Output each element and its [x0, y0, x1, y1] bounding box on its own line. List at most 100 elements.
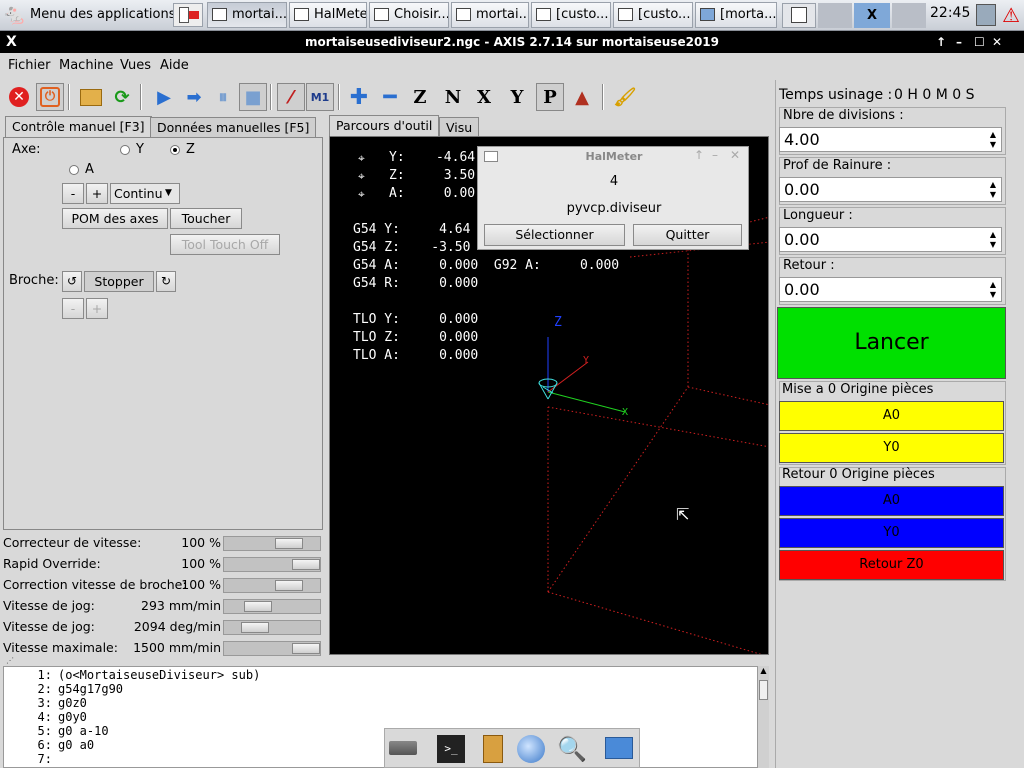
archive-icon[interactable]	[483, 735, 503, 763]
select-pin-button[interactable]: Sélectionner	[484, 224, 625, 246]
resize-grip-icon[interactable]: ⋰	[6, 656, 14, 665]
spindle-stop-button[interactable]: Stopper	[84, 271, 154, 292]
zero-a-button[interactable]: A0	[779, 401, 1004, 431]
depth-spinbox[interactable]: 0.00 ▲ ▼	[779, 177, 1002, 202]
spin-down-icon[interactable]: ▼	[988, 140, 998, 149]
task-custom-1[interactable]: [custo...	[531, 2, 611, 28]
spindle-slower-button[interactable]: -	[62, 298, 84, 319]
network-icon[interactable]	[976, 4, 996, 26]
view-perspective-button[interactable]: P	[536, 83, 564, 111]
keep-above-icon[interactable]: ↑	[694, 148, 704, 162]
return-y-button[interactable]: Y0	[779, 518, 1004, 548]
rotate-view-button[interactable]: ▲	[568, 83, 596, 111]
halmeter-window[interactable]: HalMeter ↑ – ✕ 4 pyvcp.diviseur Sélectio…	[477, 146, 749, 250]
slider-trough[interactable]	[223, 578, 321, 593]
home-axes-button[interactable]: POM des axes	[62, 208, 168, 229]
workspace-3[interactable]	[892, 3, 926, 28]
axis-z-radio[interactable]	[170, 145, 180, 155]
optional-stop-button[interactable]: M1	[306, 83, 334, 111]
task-choisir[interactable]: Choisir...	[369, 2, 449, 28]
open-file-button[interactable]	[77, 83, 105, 111]
terminal-icon[interactable]: >_	[437, 735, 465, 763]
clear-backplot-button[interactable]: 🖌	[611, 83, 639, 111]
tab-toolpath[interactable]: Parcours d'outil	[329, 115, 440, 137]
axis-a-radio[interactable]	[69, 165, 79, 175]
search-icon[interactable]: 🔍	[557, 735, 587, 763]
task-axis[interactable]: mortai...	[207, 2, 287, 28]
view-x-button[interactable]: X	[470, 83, 498, 111]
tab-visu[interactable]: Visu	[439, 117, 480, 138]
divisions-spinbox[interactable]: 4.00 ▲ ▼	[779, 127, 1002, 152]
axis-y-radio[interactable]	[120, 145, 130, 155]
keep-above-icon[interactable]: ↑	[936, 31, 946, 53]
machine-power-button[interactable]: ⏻	[36, 83, 64, 111]
task-mortai[interactable]: mortai...	[451, 2, 529, 28]
menu-aide[interactable]: Aide	[160, 58, 189, 73]
spin-up-icon[interactable]: ▲	[988, 230, 998, 239]
maximize-icon[interactable]: ☐	[974, 31, 985, 53]
jog-increment-select[interactable]: Continu ▼	[110, 183, 180, 204]
minimize-icon[interactable]: –	[956, 31, 962, 53]
view-z-button[interactable]: Z	[406, 83, 434, 111]
slider-handle[interactable]	[275, 580, 303, 591]
zoom-in-button[interactable]: ✚	[345, 83, 373, 111]
slider-handle[interactable]	[241, 622, 269, 633]
length-spinbox[interactable]: 0.00 ▲ ▼	[779, 227, 1002, 252]
close-icon[interactable]: ✕	[730, 148, 740, 162]
slider-trough[interactable]	[223, 599, 321, 614]
scroll-thumb[interactable]	[759, 680, 768, 700]
zero-y-button[interactable]: Y0	[779, 433, 1004, 463]
estop-button[interactable]: ✕	[5, 83, 33, 111]
spin-down-icon[interactable]: ▼	[988, 290, 998, 299]
application-menu-icon[interactable]: 🐁	[2, 3, 28, 27]
menu-vues[interactable]: Vues	[120, 58, 151, 73]
show-desktop-button[interactable]	[173, 3, 203, 27]
folder-icon[interactable]	[605, 737, 633, 759]
web-browser-icon[interactable]	[517, 735, 545, 763]
jog-minus-button[interactable]: -	[62, 183, 84, 204]
pause-button[interactable]: ⏸	[209, 83, 237, 111]
workspace-2[interactable]: X	[854, 3, 890, 28]
slider-trough[interactable]	[223, 557, 321, 572]
spin-down-icon[interactable]: ▼	[988, 240, 998, 249]
view-z2-button[interactable]: N	[439, 83, 467, 111]
slider-trough[interactable]	[223, 620, 321, 635]
spin-up-icon[interactable]: ▲	[988, 280, 998, 289]
step-button[interactable]: ➡	[180, 83, 208, 111]
task-folder[interactable]: [morta...	[695, 2, 777, 28]
slider-handle[interactable]	[292, 643, 320, 654]
touch-off-button[interactable]: Toucher	[170, 208, 242, 229]
close-icon[interactable]: ✕	[992, 31, 1002, 53]
tab-mdi[interactable]: Données manuelles [F5]	[150, 117, 317, 138]
slider-handle[interactable]	[244, 601, 272, 612]
spindle-ccw-button[interactable]: ↺	[62, 271, 82, 292]
run-button[interactable]: ▶	[150, 83, 178, 111]
task-custom-2[interactable]: [custo...	[613, 2, 693, 28]
spin-up-icon[interactable]: ▲	[988, 180, 998, 189]
quit-button[interactable]: Quitter	[633, 224, 742, 246]
warning-icon[interactable]: ⚠	[1000, 4, 1022, 26]
gcode-scrollbar[interactable]: ▲	[757, 666, 769, 768]
zoom-out-button[interactable]: ━	[376, 83, 404, 111]
slider-trough[interactable]	[223, 641, 321, 656]
slider-handle[interactable]	[275, 538, 303, 549]
return-a-button[interactable]: A0	[779, 486, 1004, 516]
spin-up-icon[interactable]: ▲	[988, 130, 998, 139]
reload-button[interactable]: ⟳	[108, 83, 136, 111]
clock[interactable]: 22:45	[930, 5, 970, 21]
spin-down-icon[interactable]: ▼	[988, 190, 998, 199]
application-menu-label[interactable]: Menu des applications	[30, 7, 175, 22]
task-halmeter[interactable]: HalMeter	[289, 2, 367, 28]
return-spinbox[interactable]: 0.00 ▲ ▼	[779, 277, 1002, 302]
spindle-faster-button[interactable]: +	[86, 298, 108, 319]
jog-plus-button[interactable]: +	[86, 183, 108, 204]
drive-icon[interactable]	[389, 741, 417, 755]
tool-touch-off-button[interactable]: Tool Touch Off	[170, 234, 280, 255]
minimize-icon[interactable]: –	[712, 148, 718, 162]
spindle-cw-button[interactable]: ↻	[156, 271, 176, 292]
window-titlebar[interactable]: X mortaiseusediviseur2.ngc - AXIS 2.7.14…	[0, 31, 1024, 53]
stop-button[interactable]: ■	[239, 83, 267, 111]
slider-trough[interactable]	[223, 536, 321, 551]
view-y-button[interactable]: Y	[503, 83, 531, 111]
tray-window-button[interactable]	[782, 3, 816, 28]
